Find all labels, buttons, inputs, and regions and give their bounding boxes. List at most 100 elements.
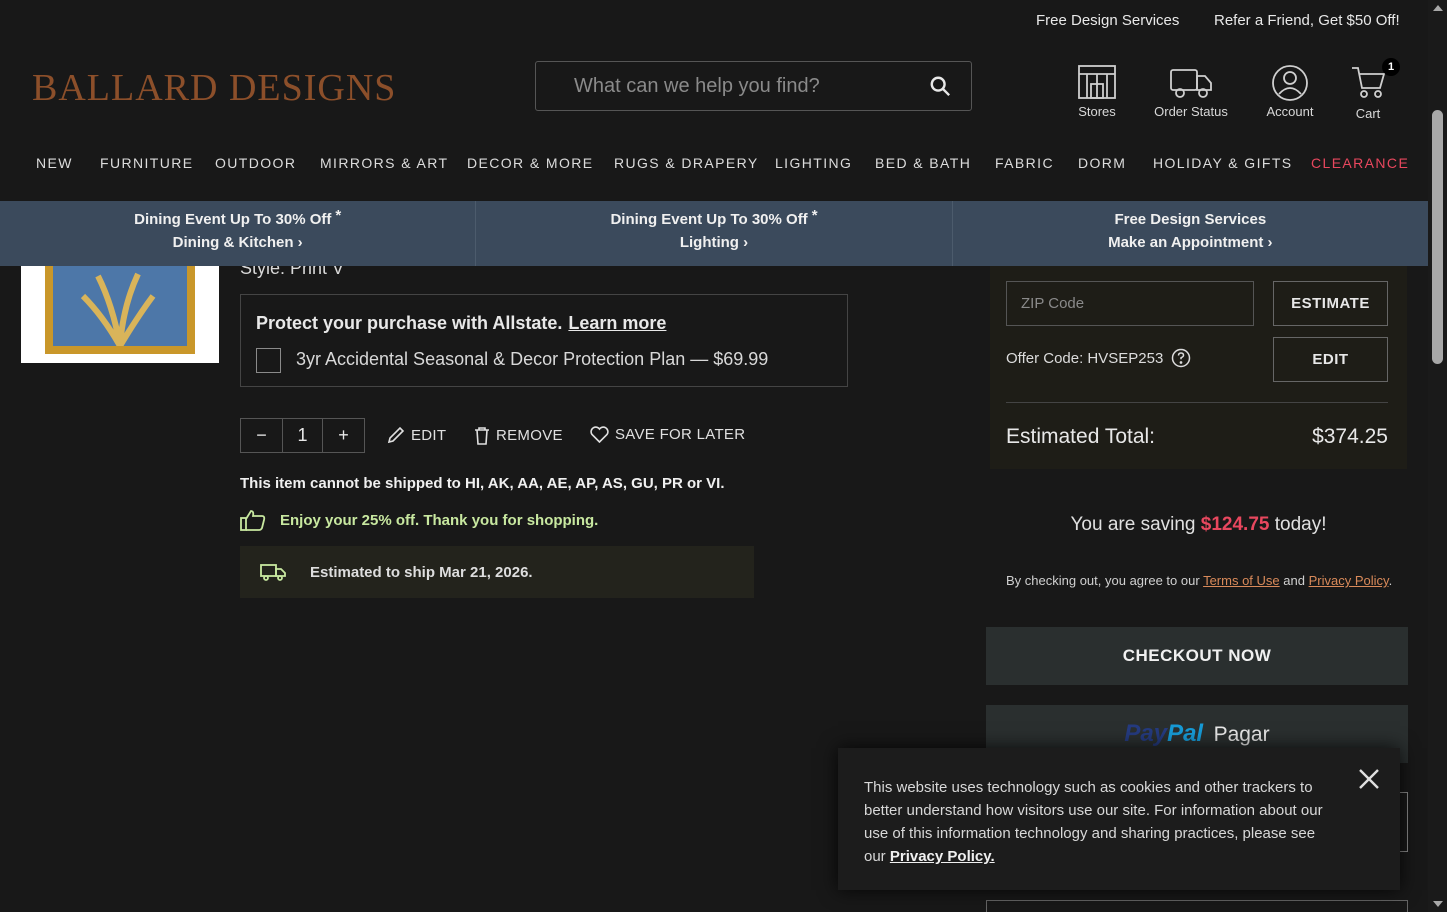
stores-label: Stores (1078, 104, 1116, 119)
terms-notice: By checking out, you agree to our Terms … (1006, 572, 1396, 589)
paypal-logo-pay: Pay (1124, 720, 1168, 747)
cookie-consent-popup: This website uses technology such as coo… (838, 748, 1400, 890)
checkout-now-button[interactable]: CHECKOUT NOW (986, 627, 1408, 685)
promo-headline: Free Design Services (1114, 211, 1267, 228)
save-for-later-button[interactable]: SAVE FOR LATER (590, 426, 745, 443)
promo-dining[interactable]: Dining Event Up To 30% Off * Dining & Kit… (0, 201, 477, 266)
nav-holiday-gifts[interactable]: HOLIDAY & GIFTS (1153, 155, 1293, 171)
nav-lighting[interactable]: LIGHTING (775, 155, 852, 171)
protection-plan-box: Protect your purchase with Allstate. Lear… (240, 294, 848, 387)
estimated-ship-text: Estimated to ship Mar 21, 2026. (310, 563, 533, 581)
thumbs-up-icon (240, 510, 266, 531)
product-image[interactable] (21, 266, 219, 363)
zip-code-input[interactable] (1006, 281, 1254, 326)
trash-icon (475, 427, 489, 445)
free-design-link[interactable]: Free Design Services (1036, 12, 1179, 29)
store-icon (1078, 65, 1116, 99)
edit-label: EDIT (411, 426, 447, 444)
learn-more-link[interactable]: Learn more (568, 313, 666, 333)
privacy-policy-link[interactable]: Privacy Policy (1309, 573, 1389, 588)
nav-new[interactable]: NEW (36, 155, 73, 171)
search-box (535, 61, 972, 111)
increment-button[interactable]: + (323, 419, 364, 452)
edit-item-button[interactable]: EDIT (387, 426, 446, 444)
main-nav: NEW FURNITURE OUTDOOR MIRRORS & ART DECO… (0, 155, 1428, 175)
cart-icon (1352, 67, 1386, 98)
botanical-print (80, 272, 156, 348)
terms-prefix: By checking out, you agree to our (1006, 573, 1200, 588)
promo-link: Make an Appointment › (1108, 234, 1273, 251)
discount-message: Enjoy your 25% off. Thank you for shoppi… (240, 509, 598, 531)
nav-rugs-drapery[interactable]: RUGS & DRAPERY (614, 155, 759, 171)
quantity-value[interactable]: 1 (282, 419, 323, 452)
paypal-logo-pal: Pal (1167, 720, 1204, 747)
close-icon[interactable] (1356, 766, 1382, 792)
nav-furniture[interactable]: FURNITURE (100, 155, 193, 171)
terms-and: and (1283, 573, 1305, 588)
payment-option-button[interactable] (986, 900, 1408, 912)
offer-code: Offer Code: HVSEP253 (1006, 348, 1191, 368)
estimated-ship-box: Estimated to ship Mar 21, 2026. (240, 546, 754, 598)
search-input[interactable] (536, 62, 916, 110)
shipping-restriction-note: This item cannot be shipped to HI, AK, A… (240, 475, 725, 492)
order-status-label: Order Status (1154, 104, 1228, 119)
account-icon (1272, 65, 1308, 101)
promo-headline: Dining Event Up To 30% Off (610, 211, 808, 228)
truck-icon (1170, 69, 1212, 98)
nav-fabric[interactable]: FABRIC (995, 155, 1054, 171)
promo-headline: Dining Event Up To 30% Off (134, 211, 332, 228)
brand-logo[interactable]: BALLARD DESIGNS (32, 66, 396, 110)
protection-plan-checkbox[interactable] (256, 348, 281, 373)
promo-banner: Dining Event Up To 30% Off * Dining & Kit… (0, 201, 1428, 266)
framed-art (45, 266, 195, 354)
remove-item-button[interactable]: REMOVE (474, 426, 563, 445)
quantity-stepper: − 1 + (240, 418, 365, 453)
nav-outdoor[interactable]: OUTDOOR (215, 155, 296, 171)
vertical-scrollbar[interactable] (1428, 0, 1447, 912)
stores-link[interactable]: Stores (1072, 64, 1122, 119)
scrollbar-thumb[interactable] (1432, 110, 1443, 364)
promo-asterisk: * (335, 207, 342, 224)
promo-lighting[interactable]: Dining Event Up To 30% Off * Lighting › (476, 201, 953, 266)
terms-of-use-link[interactable]: Terms of Use (1203, 573, 1280, 588)
promo-asterisk: * (811, 207, 818, 224)
savings-message: You are saving $124.75 today! (990, 514, 1407, 536)
decrement-button[interactable]: − (241, 419, 282, 452)
nav-bed-bath[interactable]: BED & BATH (875, 155, 971, 171)
nav-mirrors-art[interactable]: MIRRORS & ART (320, 155, 448, 171)
nav-dorm[interactable]: DORM (1078, 155, 1126, 171)
pencil-icon (387, 426, 405, 444)
cookie-message: This website uses technology such as coo… (864, 776, 1324, 868)
utility-bar: Free Design Services Refer a Friend, Get… (0, 0, 1428, 42)
estimate-button[interactable]: ESTIMATE (1273, 281, 1388, 326)
nav-clearance[interactable]: CLEARANCE (1311, 155, 1409, 171)
divider (1006, 402, 1388, 403)
nav-decor-more[interactable]: DECOR & MORE (467, 155, 593, 171)
protection-plan-label: 3yr Accidental Seasonal & Decor Protecti… (296, 349, 769, 369)
estimated-total-value: $374.25 (1312, 425, 1388, 448)
cookie-privacy-policy-link[interactable]: Privacy Policy. (890, 848, 995, 865)
remove-label: REMOVE (496, 427, 563, 444)
cart-count-badge: 1 (1382, 58, 1400, 76)
cart-label: Cart (1355, 106, 1381, 121)
scroll-up-arrow[interactable] (1433, 5, 1443, 11)
order-status-link[interactable]: Order Status (1148, 64, 1234, 119)
refer-friend-link[interactable]: Refer a Friend, Get $50 Off! (1214, 12, 1400, 29)
promo-design-services[interactable]: Free Design Services Make an Appointment… (953, 201, 1428, 266)
terms-period: . (1388, 573, 1393, 588)
scroll-down-arrow[interactable] (1433, 901, 1443, 907)
discount-message-text: Enjoy your 25% off. Thank you for shoppi… (280, 511, 599, 529)
account-link[interactable]: Account (1262, 64, 1318, 119)
paypal-pagar-label: Pagar (1213, 723, 1270, 746)
heart-icon (590, 426, 609, 443)
search-icon[interactable] (929, 75, 951, 97)
account-label: Account (1266, 104, 1314, 119)
edit-offer-code-button[interactable]: EDIT (1273, 337, 1388, 382)
delivery-truck-icon (260, 564, 286, 581)
help-icon[interactable] (1171, 348, 1191, 368)
cart-link[interactable]: 1 Cart (1348, 58, 1400, 121)
estimated-total-label: Estimated Total: (1006, 425, 1156, 448)
protect-title: Protect your purchase with Allstate. (256, 313, 563, 333)
offer-code-text: Offer Code: HVSEP253 (1006, 349, 1164, 367)
save-for-later-label: SAVE FOR LATER (615, 426, 746, 443)
